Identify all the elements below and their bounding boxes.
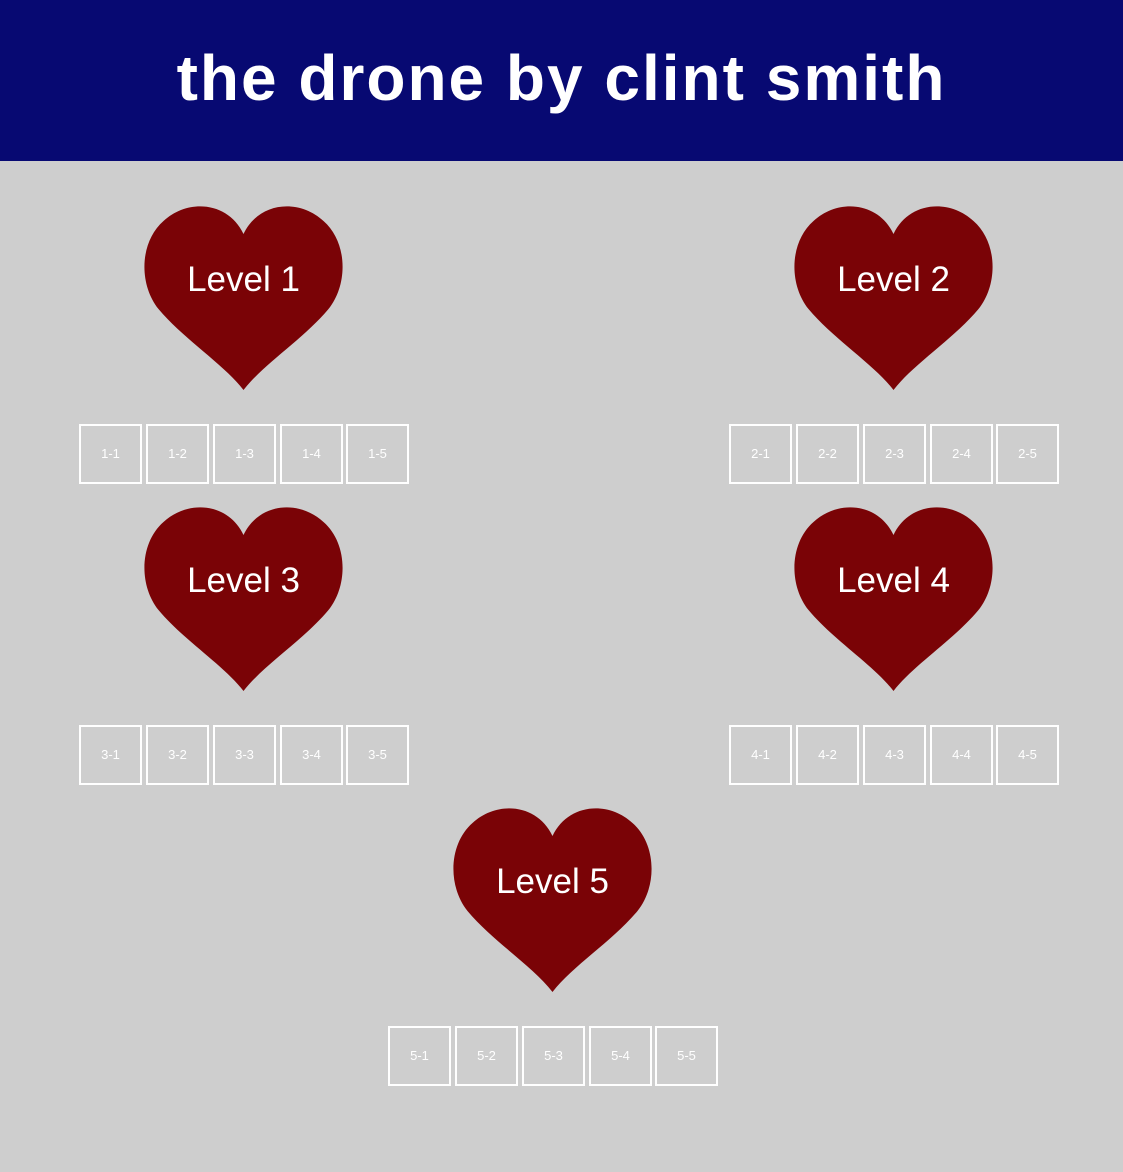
stage-button-4-4[interactable]: 4-4	[930, 725, 993, 785]
stage-button-3-5[interactable]: 3-5	[346, 725, 409, 785]
level-2-label: Level 2	[837, 260, 950, 299]
level-3-stages: 3-1 3-2 3-3 3-4 3-5	[79, 725, 411, 785]
level-1-label: Level 1	[187, 260, 300, 299]
stage-button-2-2[interactable]: 2-2	[796, 424, 859, 484]
stage-button-4-3[interactable]: 4-3	[863, 725, 926, 785]
stage-button-2-1[interactable]: 2-1	[729, 424, 792, 484]
stage-button-1-4[interactable]: 1-4	[280, 424, 343, 484]
stage-button-5-3[interactable]: 5-3	[522, 1026, 585, 1086]
stage-button-5-4[interactable]: 5-4	[589, 1026, 652, 1086]
level-4-group: Level 4 4-1 4-2 4-3 4-4 4-5	[729, 505, 1061, 795]
stage-button-2-4[interactable]: 2-4	[930, 424, 993, 484]
page-title: the drone by clint smith	[176, 42, 947, 114]
level-1-group: Level 1 1-1 1-2 1-3 1-4 1-5	[79, 204, 411, 494]
level-5-heart[interactable]: Level 5	[452, 806, 653, 992]
stage-button-1-2[interactable]: 1-2	[146, 424, 209, 484]
stage-button-1-3[interactable]: 1-3	[213, 424, 276, 484]
stage-button-3-2[interactable]: 3-2	[146, 725, 209, 785]
stage-button-5-2[interactable]: 5-2	[455, 1026, 518, 1086]
stage-button-5-1[interactable]: 5-1	[388, 1026, 451, 1086]
level-5-group: Level 5 5-1 5-2 5-3 5-4 5-5	[388, 806, 720, 1096]
level-1-heart[interactable]: Level 1	[143, 204, 344, 390]
stage-button-4-1[interactable]: 4-1	[729, 725, 792, 785]
stage-button-5-5[interactable]: 5-5	[655, 1026, 718, 1086]
level-4-label: Level 4	[837, 561, 950, 600]
level-4-stages: 4-1 4-2 4-3 4-4 4-5	[729, 725, 1061, 785]
level-5-label: Level 5	[496, 862, 609, 901]
header-bar: the drone by clint smith	[0, 0, 1123, 161]
level-2-stages: 2-1 2-2 2-3 2-4 2-5	[729, 424, 1061, 484]
level-5-stages: 5-1 5-2 5-3 5-4 5-5	[388, 1026, 720, 1086]
stage-button-3-1[interactable]: 3-1	[79, 725, 142, 785]
stage-button-4-5[interactable]: 4-5	[996, 725, 1059, 785]
stage-button-1-5[interactable]: 1-5	[346, 424, 409, 484]
stage-button-1-1[interactable]: 1-1	[79, 424, 142, 484]
level-1-stages: 1-1 1-2 1-3 1-4 1-5	[79, 424, 411, 484]
level-4-heart[interactable]: Level 4	[793, 505, 994, 691]
level-2-heart[interactable]: Level 2	[793, 204, 994, 390]
level-3-group: Level 3 3-1 3-2 3-3 3-4 3-5	[79, 505, 411, 795]
stage-button-3-4[interactable]: 3-4	[280, 725, 343, 785]
stage-button-2-3[interactable]: 2-3	[863, 424, 926, 484]
stage-button-4-2[interactable]: 4-2	[796, 725, 859, 785]
level-3-label: Level 3	[187, 561, 300, 600]
stage-button-3-3[interactable]: 3-3	[213, 725, 276, 785]
level-2-group: Level 2 2-1 2-2 2-3 2-4 2-5	[729, 204, 1061, 494]
stage-button-2-5[interactable]: 2-5	[996, 424, 1059, 484]
level-3-heart[interactable]: Level 3	[143, 505, 344, 691]
